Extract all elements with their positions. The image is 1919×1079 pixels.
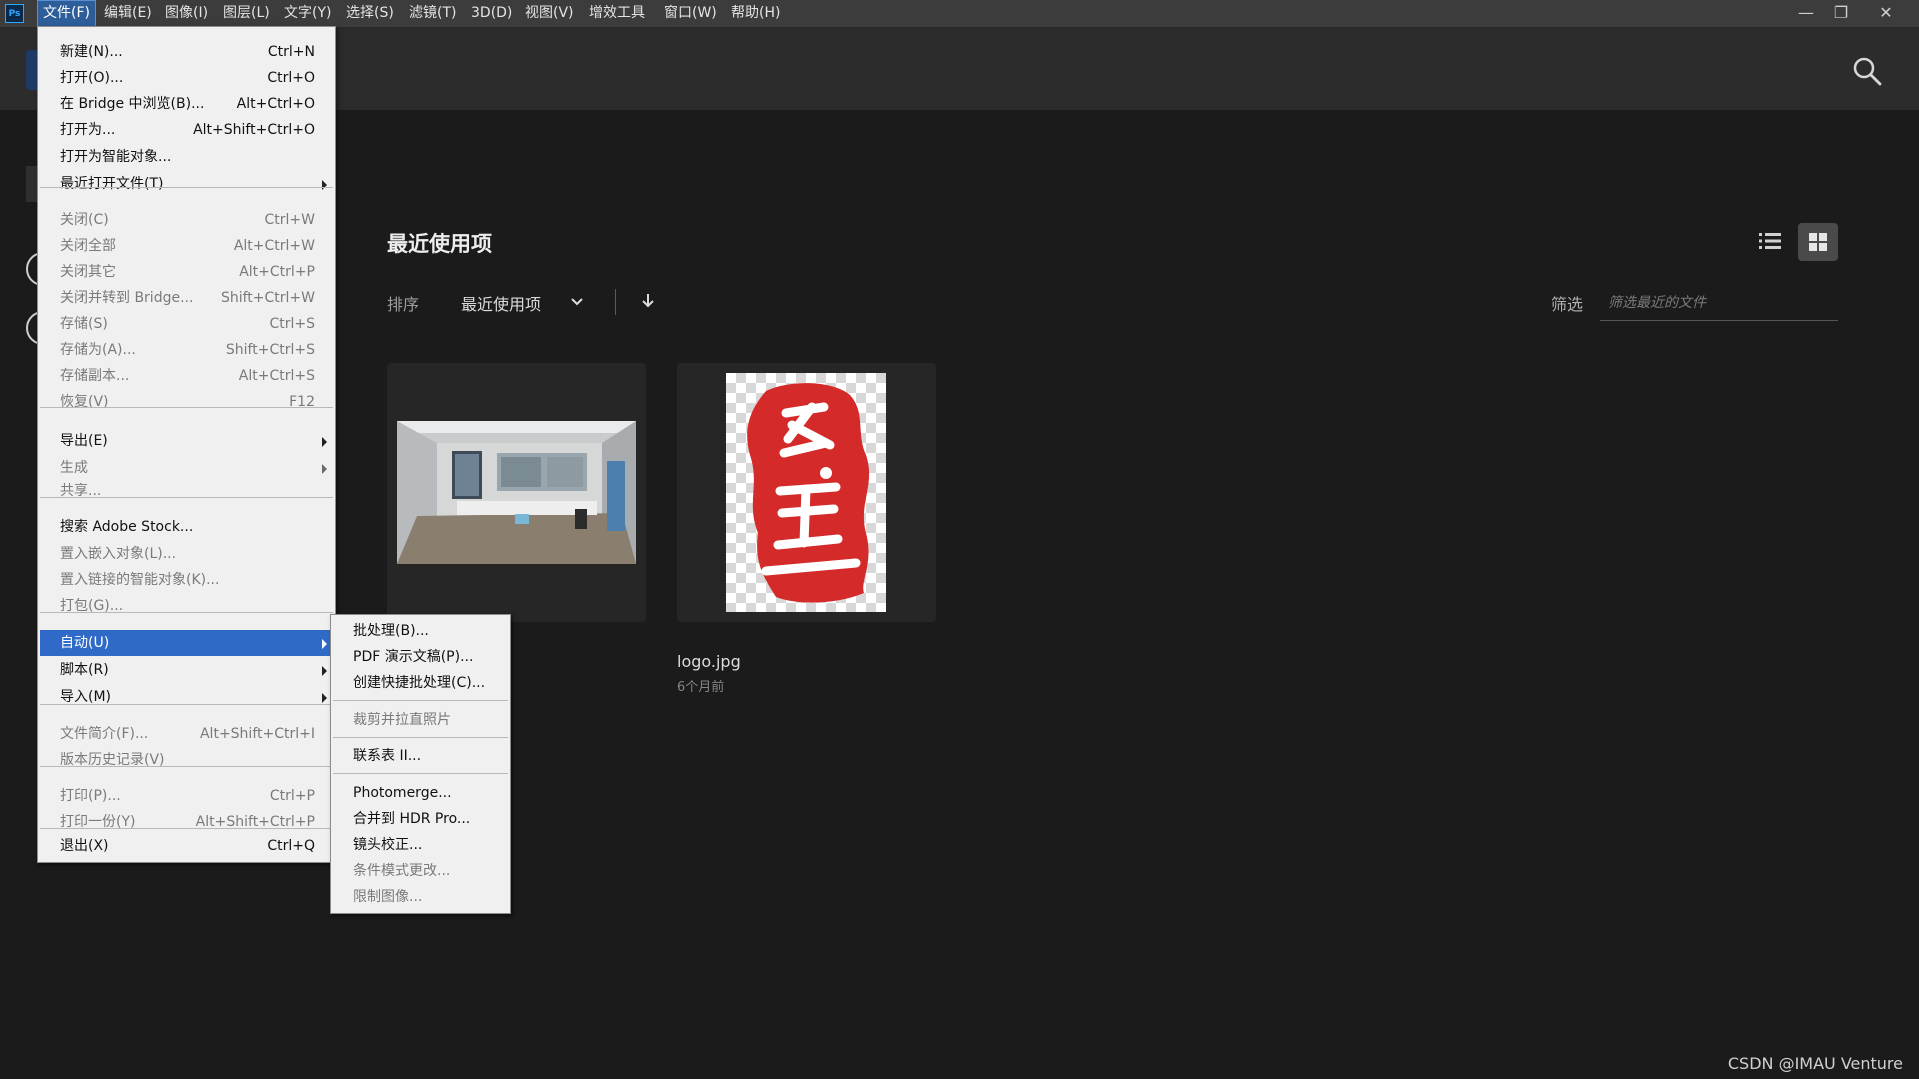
filter-label: 筛选 [1551, 295, 1584, 314]
photoshop-logo-icon[interactable]: Ps [5, 4, 24, 23]
page-title: 最近使用项 [387, 232, 492, 256]
submenu-arrow-icon [322, 464, 327, 474]
menu-item-pdf-presentation[interactable]: PDF 演示文稿(P)... [333, 644, 508, 670]
menu-item-close[interactable]: 关闭(C) Ctrl+W [40, 207, 333, 233]
menu-item-open-smart-object[interactable]: 打开为智能对象... [40, 144, 333, 170]
menu-item-exit[interactable]: 退出(X) Ctrl+Q [40, 833, 333, 859]
menu-3d[interactable]: 3D(D) [465, 0, 518, 27]
red-seal-logo [747, 383, 870, 603]
menu-plugins[interactable]: 增效工具 [583, 0, 651, 27]
menu-item-save-as[interactable]: 存储为(A)... Shift+Ctrl+S [40, 337, 333, 363]
recent-file-card[interactable] [677, 363, 936, 622]
menu-separator [40, 612, 333, 613]
menu-type[interactable]: 文字(Y) [278, 0, 337, 27]
menu-edit[interactable]: 编辑(E) [98, 0, 158, 27]
recent-file-card[interactable] [387, 363, 646, 622]
menu-layer[interactable]: 图层(L) [217, 0, 276, 27]
menu-image[interactable]: 图像(I) [159, 0, 214, 27]
file-name[interactable]: logo.jpg [677, 652, 741, 671]
submenu-arrow-icon [322, 180, 327, 190]
search-icon[interactable] [1851, 55, 1883, 87]
submenu-arrow-icon [322, 437, 327, 447]
menu-item-file-info[interactable]: 文件简介(F)... Alt+Shift+Ctrl+I [40, 721, 333, 747]
watermark-text: CSDN @IMAU Venture [1727, 1054, 1903, 1073]
menu-separator [40, 828, 333, 829]
minimize-button[interactable]: — [1791, 0, 1821, 27]
menu-item-print-one-copy[interactable]: 打印一份(Y) Alt+Shift+Ctrl+P [40, 809, 333, 835]
menu-item-open[interactable]: 打开(O)... Ctrl+O [40, 65, 333, 91]
filter-input[interactable] [1600, 285, 1838, 321]
menu-item-search-adobe-stock[interactable]: 搜索 Adobe Stock... [40, 514, 333, 540]
menu-separator [40, 187, 333, 188]
file-modified-time: 6个月前 [677, 680, 725, 695]
menu-separator [333, 773, 508, 774]
menu-item-batch[interactable]: 批处理(B)... [333, 618, 508, 644]
restore-button[interactable]: ❐ [1826, 0, 1856, 27]
sort-divider [615, 289, 616, 315]
menu-item-print[interactable]: 打印(P)... Ctrl+P [40, 783, 333, 809]
menu-separator [40, 407, 333, 408]
menu-item-close-go-bridge[interactable]: 关闭并转到 Bridge... Shift+Ctrl+W [40, 285, 333, 311]
grid-view-icon[interactable] [1798, 223, 1838, 261]
menu-item-scripts[interactable]: 脚本(R) [40, 657, 333, 683]
menu-separator [333, 700, 508, 701]
menu-window[interactable]: 窗口(W) [658, 0, 723, 27]
close-button[interactable]: ✕ [1871, 0, 1901, 27]
menu-item-import[interactable]: 导入(M) [40, 684, 333, 710]
file-thumbnail [397, 421, 636, 564]
menu-item-automate[interactable]: 自动(U) [40, 630, 333, 656]
menu-item-fit-image[interactable]: 限制图像... [333, 884, 508, 910]
menu-help[interactable]: 帮助(H) [725, 0, 786, 27]
menu-item-conditional-mode-change[interactable]: 条件模式更改... [333, 858, 508, 884]
submenu-arrow-icon [322, 666, 327, 676]
menu-item-revert[interactable]: 恢复(V) F12 [40, 389, 333, 415]
menu-separator [40, 766, 333, 767]
list-view-icon[interactable] [1754, 225, 1786, 257]
menu-item-lens-correction[interactable]: 镜头校正... [333, 832, 508, 858]
sort-dropdown[interactable]: 最近使用项 [461, 291, 541, 315]
menu-item-close-others[interactable]: 关闭其它 Alt+Ctrl+P [40, 259, 333, 285]
menu-item-contact-sheet[interactable]: 联系表 II... [333, 743, 508, 769]
file-menu: 新建(N)... Ctrl+N 打开(O)... Ctrl+O 在 Bridge 中… [37, 26, 336, 863]
menu-item-version-history[interactable]: 版本历史记录(V) [40, 747, 333, 773]
menu-bar: Ps 文件(F) 编辑(E) 图像(I) 图层(L) 文字(Y) 选择(S) 滤… [0, 0, 1919, 28]
menu-item-open-as[interactable]: 打开为... Alt+Shift+Ctrl+O [40, 117, 333, 143]
automate-submenu: 批处理(B)... PDF 演示文稿(P)... 创建快捷批处理(C)... 裁… [330, 614, 511, 914]
menu-item-place-embedded[interactable]: 置入嵌入对象(L)... [40, 541, 333, 567]
file-thumbnail [726, 373, 886, 612]
chevron-down-icon[interactable] [569, 294, 585, 310]
menu-separator [333, 737, 508, 738]
menu-item-merge-hdr[interactable]: 合并到 HDR Pro... [333, 806, 508, 832]
menu-item-close-all[interactable]: 关闭全部 Alt+Ctrl+W [40, 233, 333, 259]
menu-item-export[interactable]: 导出(E) [40, 428, 333, 454]
menu-item-browse-bridge[interactable]: 在 Bridge 中浏览(B)... Alt+Ctrl+O [40, 91, 333, 117]
submenu-arrow-icon [322, 639, 327, 649]
menu-item-package[interactable]: 打包(G)... [40, 593, 333, 619]
menu-file[interactable]: 文件(F) [37, 0, 96, 27]
menu-item-create-droplet[interactable]: 创建快捷批处理(C)... [333, 670, 508, 696]
menu-item-recent-files[interactable]: 最近打开文件(T) [40, 171, 333, 197]
menu-separator [40, 704, 333, 705]
menu-filter[interactable]: 滤镜(T) [403, 0, 462, 27]
menu-view[interactable]: 视图(V) [519, 0, 580, 27]
menu-item-new[interactable]: 新建(N)... Ctrl+N [40, 39, 333, 65]
sort-label: 排序 [387, 295, 420, 314]
menu-separator [40, 497, 333, 498]
menu-item-save[interactable]: 存储(S) Ctrl+S [40, 311, 333, 337]
menu-item-save-copy[interactable]: 存储副本... Alt+Ctrl+S [40, 363, 333, 389]
submenu-arrow-icon [322, 693, 327, 703]
menu-item-crop-straighten[interactable]: 裁剪并拉直照片 [333, 707, 508, 733]
menu-item-share[interactable]: 共享... [40, 478, 333, 504]
menu-item-place-linked[interactable]: 置入链接的智能对象(K)... [40, 567, 333, 593]
menu-item-photomerge[interactable]: Photomerge... [333, 780, 508, 806]
menu-select[interactable]: 选择(S) [340, 0, 400, 27]
sort-direction-icon[interactable] [639, 291, 657, 311]
